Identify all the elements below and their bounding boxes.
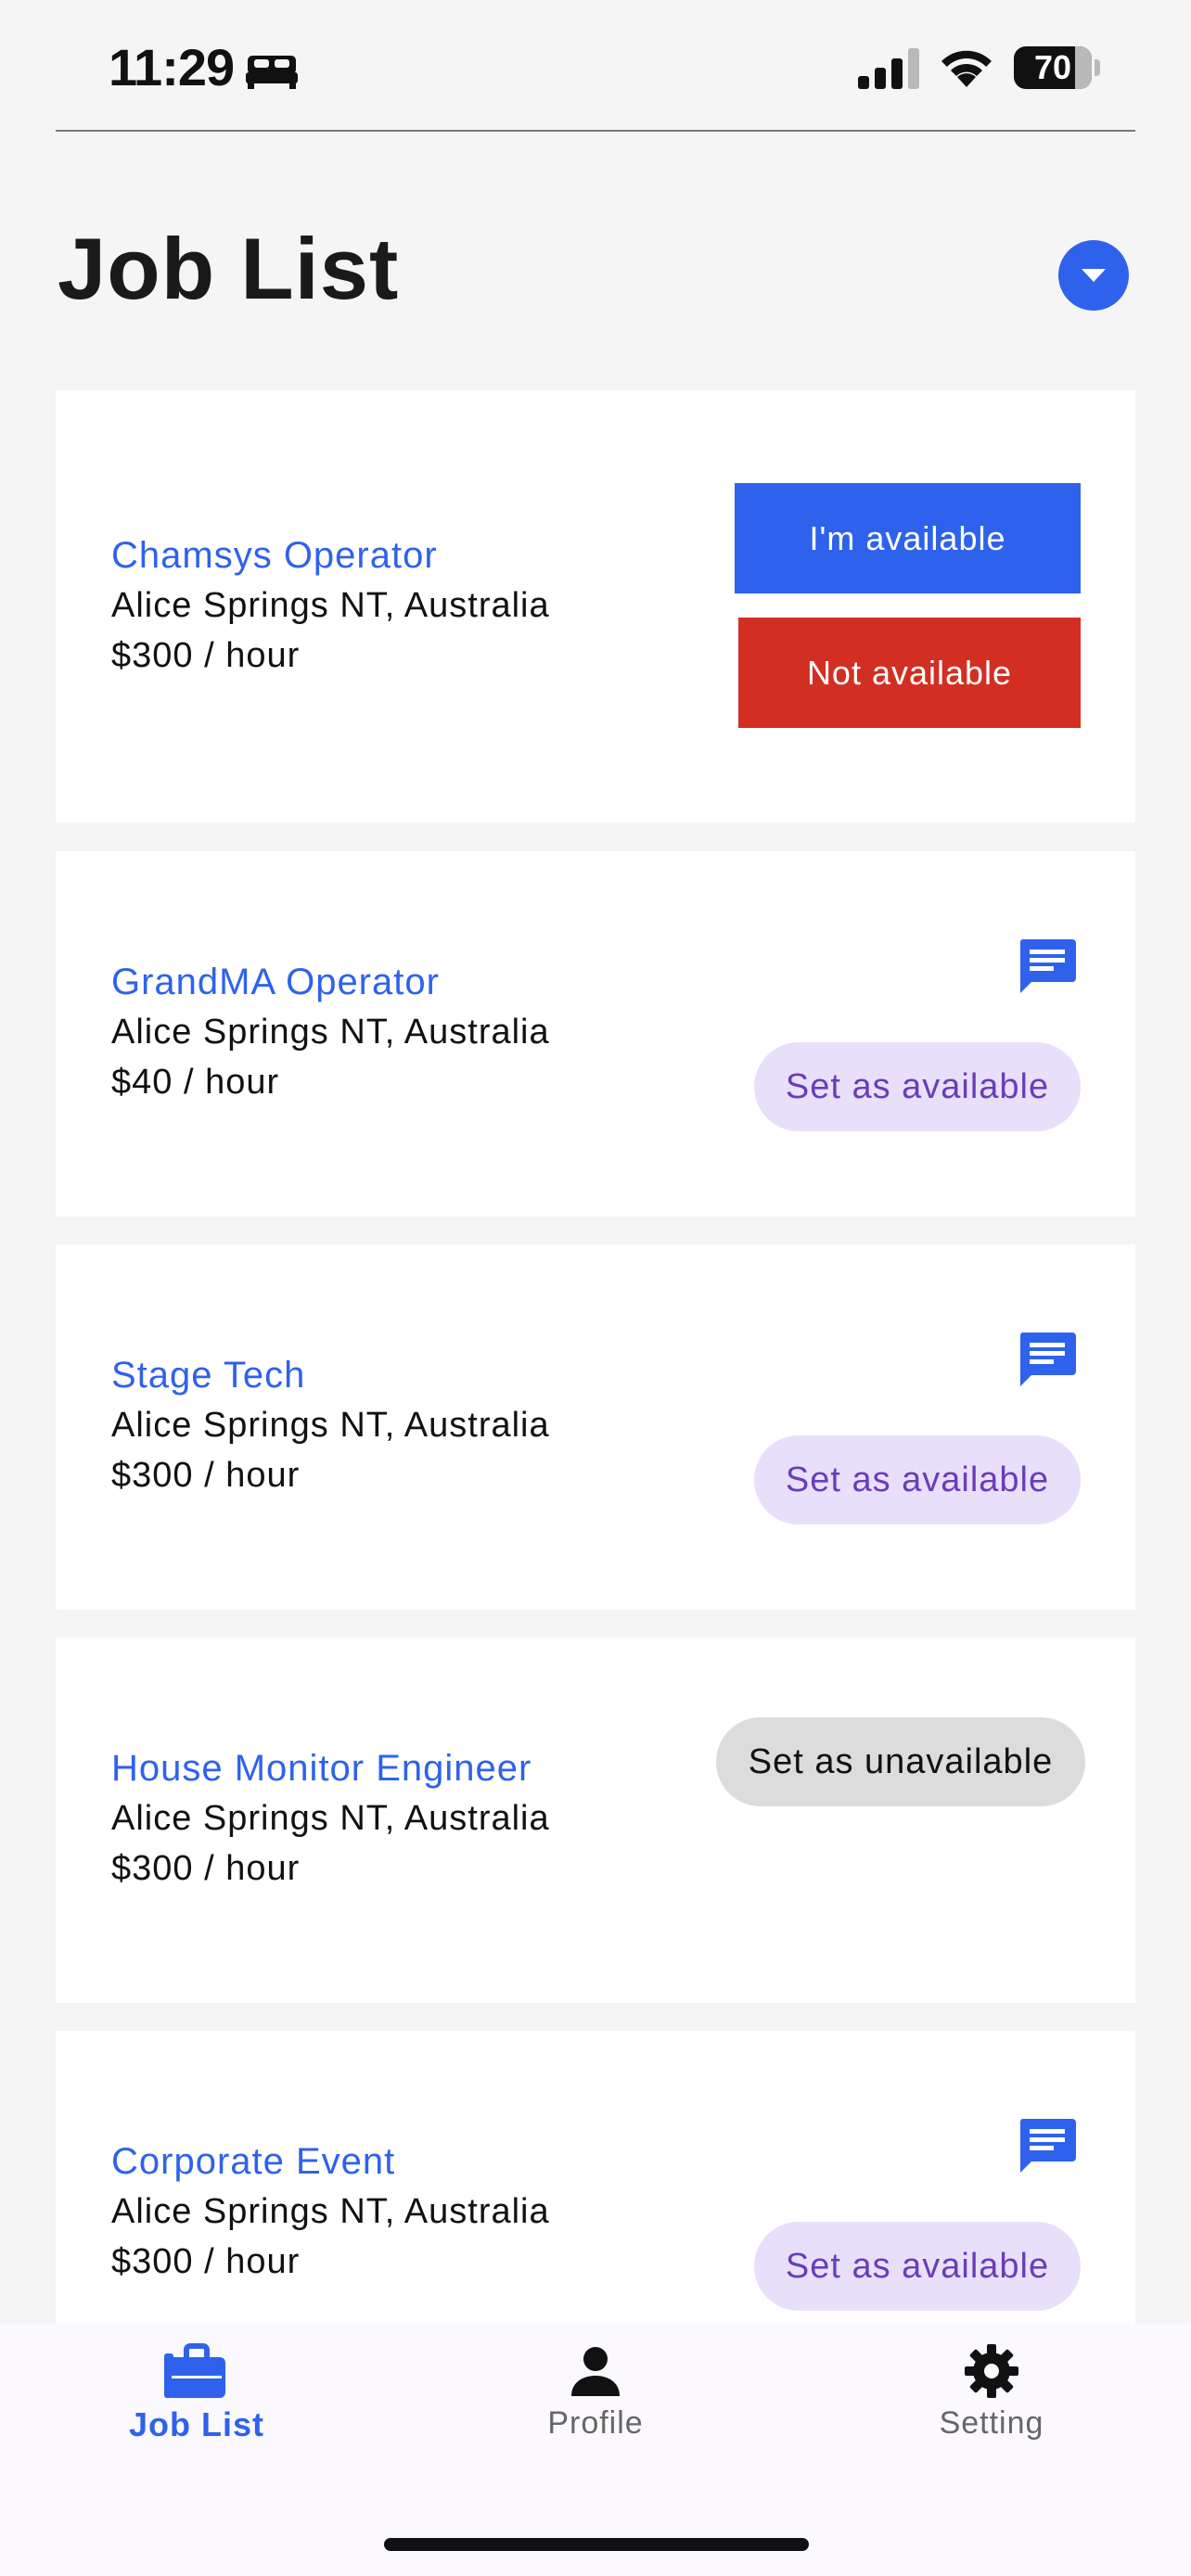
im-available-button[interactable]: I'm available	[735, 483, 1081, 593]
job-title[interactable]: House Monitor Engineer	[111, 1743, 550, 1793]
job-title[interactable]: Chamsys Operator	[111, 530, 550, 580]
job-info: Chamsys Operator Alice Springs NT, Austr…	[111, 530, 550, 681]
job-rate: $300 / hour	[111, 2242, 301, 2281]
tab-label: Profile	[547, 2405, 644, 2441]
tab-setting[interactable]: Setting	[871, 2342, 1112, 2472]
job-info: Corporate Event Alice Springs NT, Austra…	[111, 2136, 550, 2287]
battery-indicator: 70	[1014, 46, 1092, 89]
tab-profile[interactable]: Profile	[475, 2342, 716, 2472]
battery-tip	[1095, 59, 1100, 76]
job-title[interactable]: Corporate Event	[111, 2136, 550, 2187]
person-icon	[571, 2347, 620, 2396]
battery-level: 70	[1033, 48, 1072, 86]
status-time: 11:29	[109, 38, 235, 96]
chat-message-icon[interactable]	[1018, 2117, 1076, 2174]
home-indicator	[384, 2538, 809, 2551]
chat-message-icon[interactable]	[1018, 1331, 1076, 1388]
job-info: House Monitor Engineer Alice Springs NT,…	[111, 1743, 550, 1894]
chat-message-icon[interactable]	[1018, 937, 1076, 995]
job-info: Stage Tech Alice Springs NT, Australia $…	[111, 1350, 550, 1500]
job-location: Alice Springs NT, Australia	[111, 1406, 550, 1445]
job-card: Stage Tech Alice Springs NT, Australia $…	[56, 1244, 1135, 1610]
set-as-available-button[interactable]: Set as available	[754, 1435, 1081, 1524]
gear-icon	[965, 2344, 1018, 2398]
page-title: Job List	[58, 220, 400, 317]
status-bar: 11:29 70	[0, 0, 1191, 130]
tab-label: Setting	[939, 2405, 1044, 2441]
job-info: GrandMA Operator Alice Springs NT, Austr…	[111, 957, 550, 1107]
wifi-icon	[941, 50, 992, 87]
tab-label: Job List	[128, 2405, 264, 2443]
set-as-unavailable-button[interactable]: Set as unavailable	[716, 1717, 1085, 1806]
bed-icon	[246, 56, 298, 89]
job-location: Alice Springs NT, Australia	[111, 2192, 550, 2231]
cellular-signal-icon	[858, 48, 919, 89]
job-rate: $300 / hour	[111, 636, 301, 675]
filter-dropdown-button[interactable]	[1058, 240, 1129, 311]
job-rate: $300 / hour	[111, 1456, 301, 1495]
caret-down-icon	[1082, 269, 1106, 282]
job-rate: $40 / hour	[111, 1063, 280, 1102]
job-card: Chamsys Operator Alice Springs NT, Austr…	[56, 390, 1135, 823]
job-location: Alice Springs NT, Australia	[111, 586, 550, 625]
job-title[interactable]: Stage Tech	[111, 1350, 550, 1400]
not-available-button[interactable]: Not available	[738, 618, 1081, 728]
job-title[interactable]: GrandMA Operator	[111, 957, 550, 1007]
job-location: Alice Springs NT, Australia	[111, 1013, 550, 1052]
set-as-available-button[interactable]: Set as available	[754, 2222, 1081, 2311]
job-card: GrandMA Operator Alice Springs NT, Austr…	[56, 851, 1135, 1217]
set-as-available-button[interactable]: Set as available	[754, 1042, 1081, 1131]
briefcase-icon	[164, 2343, 225, 2398]
job-location: Alice Springs NT, Australia	[111, 1799, 550, 1838]
job-card: House Monitor Engineer Alice Springs NT,…	[56, 1638, 1135, 2003]
tab-job-list[interactable]: Job List	[76, 2342, 317, 2472]
status-divider	[56, 130, 1135, 132]
job-rate: $300 / hour	[111, 1849, 301, 1888]
